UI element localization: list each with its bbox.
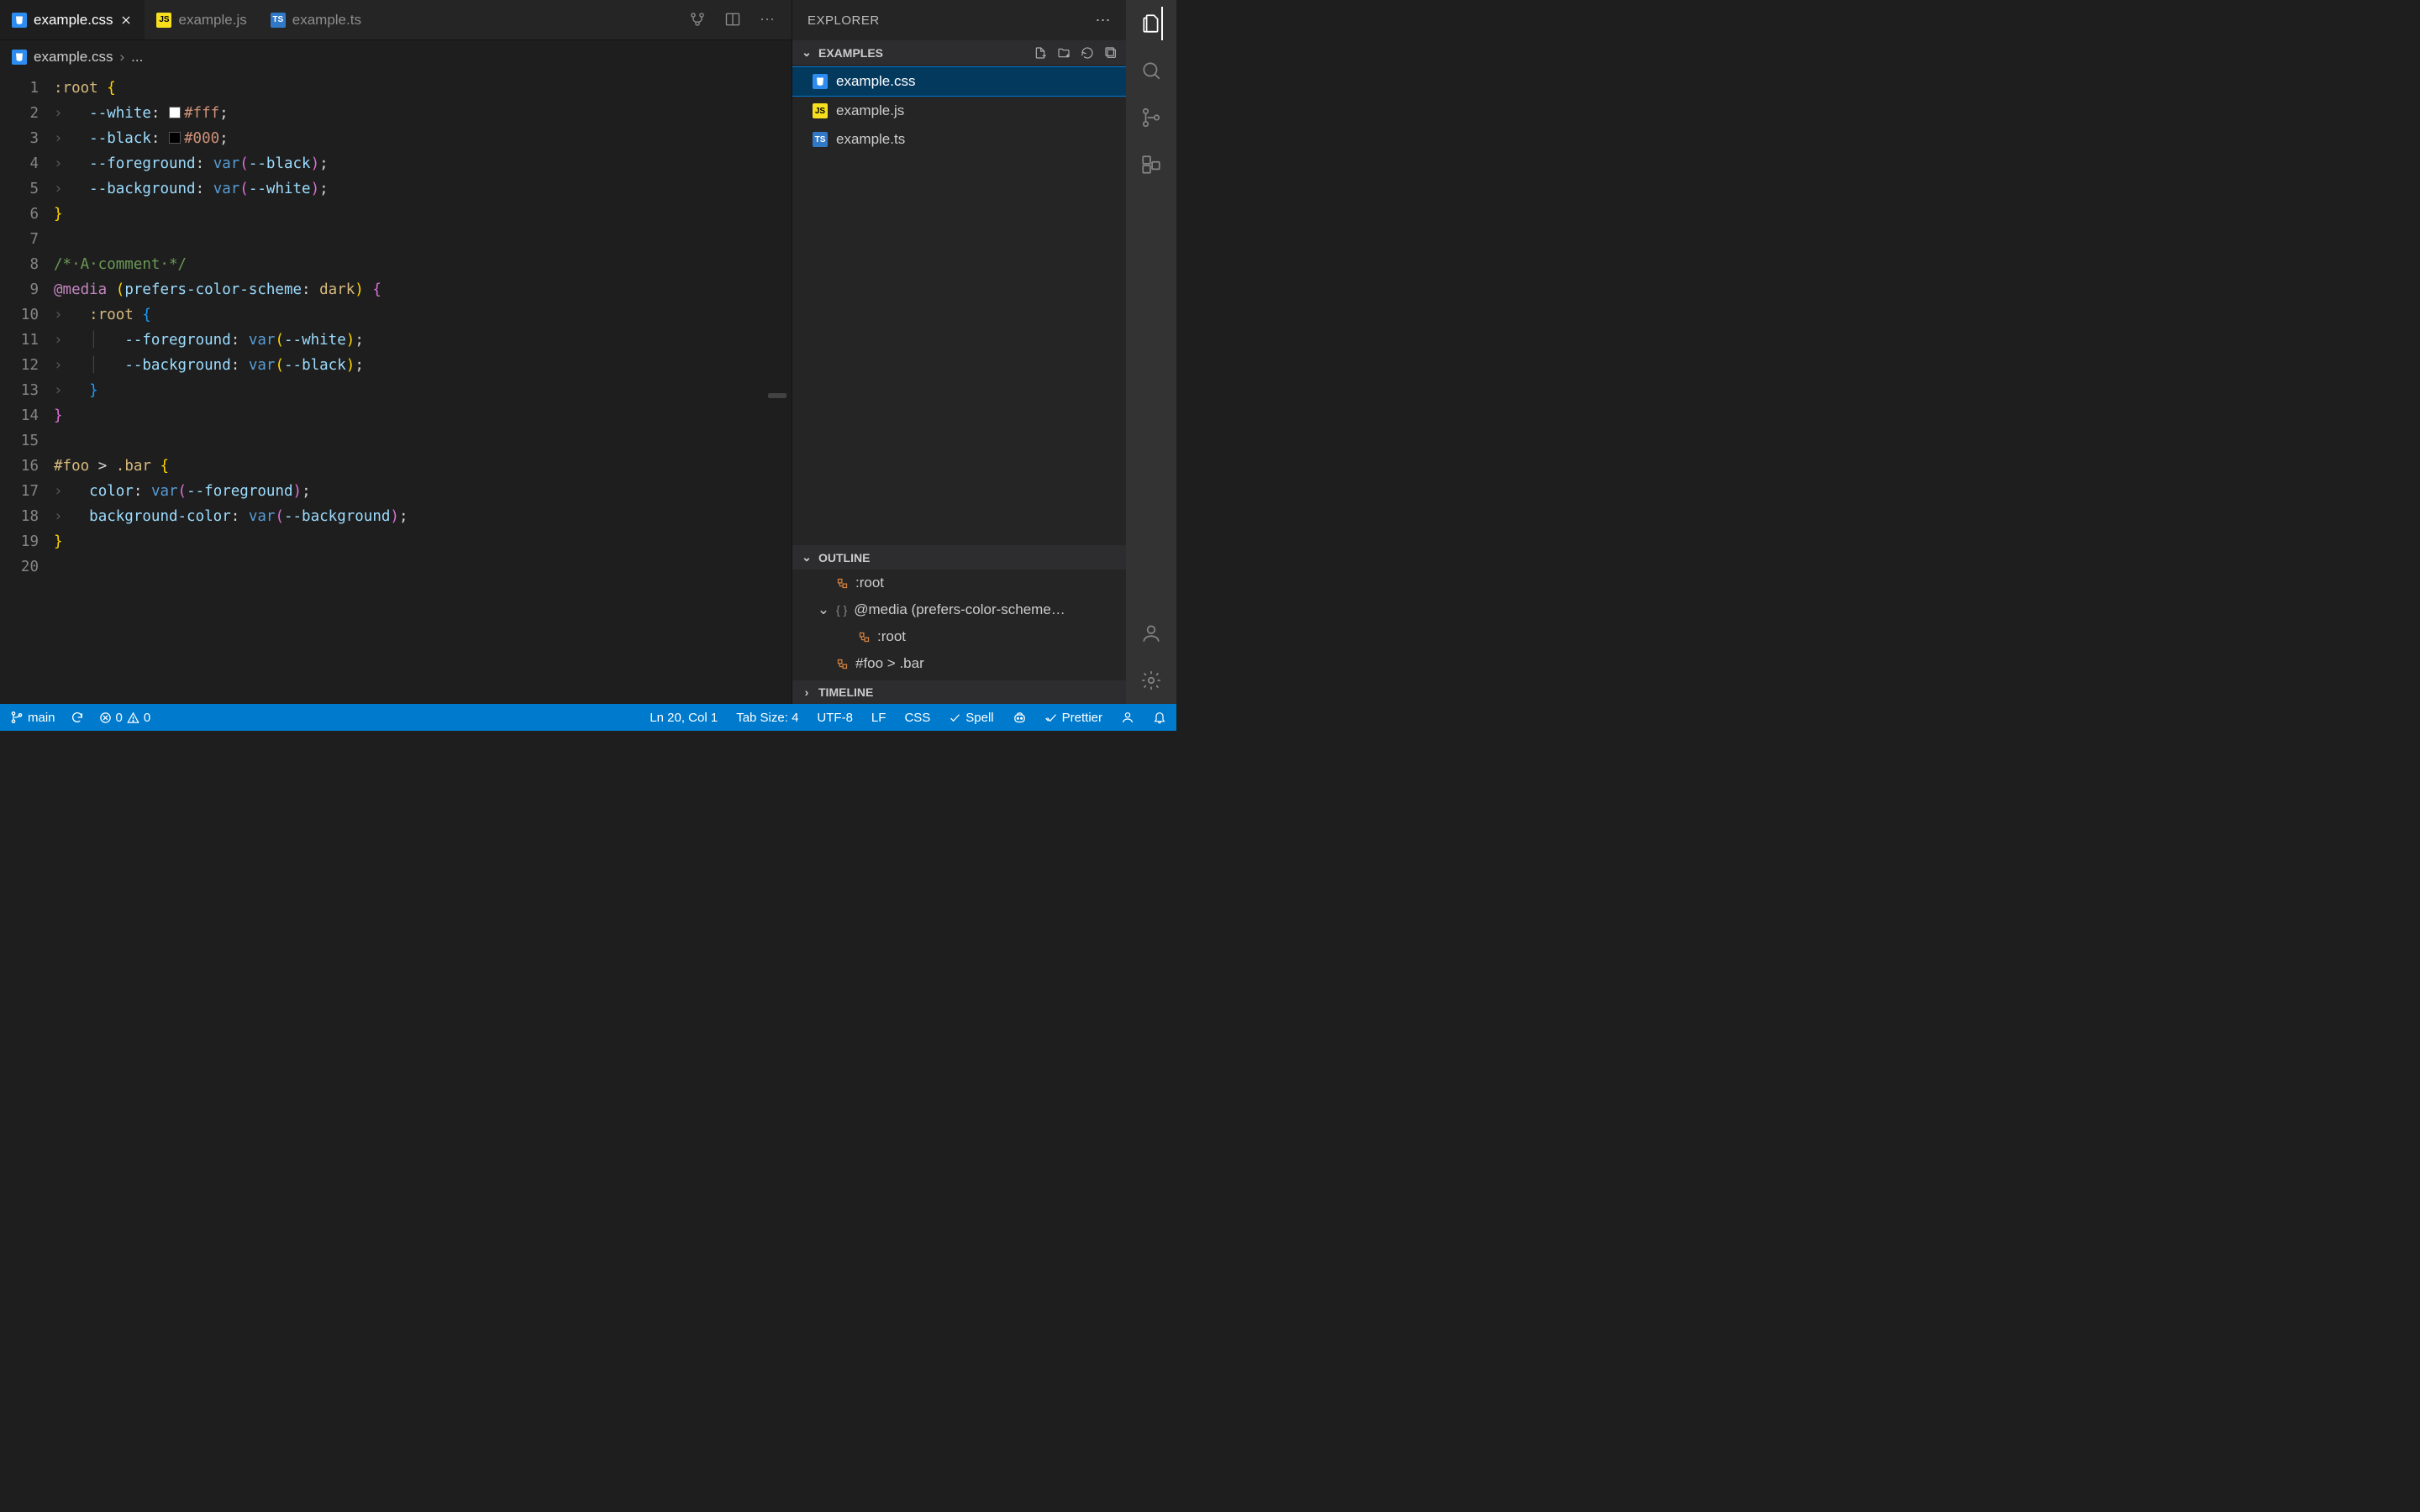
timeline-title: TIMELINE [818, 685, 873, 699]
encoding-status[interactable]: UTF-8 [817, 711, 853, 725]
js-icon: JS [156, 13, 171, 28]
editor-tab[interactable]: JS example.js [145, 0, 258, 39]
editor-area: example.css JS example.js TS example.ts ⋯ ex… [0, 0, 792, 704]
status-bar: main 0 0 Ln 20, Col 1 Tab Size: 4 UTF-8 … [0, 704, 1176, 731]
git-branch-status[interactable]: main [10, 711, 55, 725]
css-icon [813, 74, 828, 89]
outline-label: :root [877, 628, 906, 645]
minimap-scrubber[interactable] [768, 393, 786, 398]
explorer-file-item[interactable]: JS example.js [792, 97, 1126, 125]
warnings-count: 0 [144, 711, 150, 725]
code-content[interactable]: :root {› --white: #fff;› --black: #000;›… [54, 74, 792, 704]
source-control-activity-icon[interactable] [1139, 106, 1163, 129]
search-activity-icon[interactable] [1139, 59, 1163, 82]
outline-item[interactable]: :root [792, 570, 1126, 596]
problems-status[interactable]: 0 0 [99, 711, 151, 725]
section-title: EXAMPLES [818, 46, 883, 60]
css-icon [12, 50, 27, 65]
tab-bar: example.css JS example.js TS example.ts ⋯ [0, 0, 792, 40]
split-editor-icon[interactable] [724, 11, 741, 29]
more-icon[interactable]: ⋯ [1096, 12, 1112, 29]
editor-tab[interactable]: TS example.ts [259, 0, 373, 39]
breadcrumb-rest: ... [131, 49, 143, 66]
selector-icon [836, 658, 849, 670]
errors-count: 0 [116, 711, 123, 725]
new-folder-icon[interactable] [1057, 46, 1071, 60]
tab-size-status[interactable]: Tab Size: 4 [736, 711, 798, 725]
source-control-icon[interactable] [689, 11, 706, 29]
chevron-down-icon: ⌄ [801, 45, 813, 60]
notifications-icon[interactable] [1153, 711, 1166, 724]
breadcrumb[interactable]: example.css › ... [0, 40, 792, 74]
outline-label: #foo > .bar [855, 655, 924, 672]
selector-icon [858, 631, 871, 643]
account-icon[interactable] [1139, 622, 1163, 645]
language-status[interactable]: CSS [904, 711, 930, 725]
file-label: example.js [836, 102, 904, 119]
branch-label: main [28, 711, 55, 725]
refresh-icon[interactable] [1081, 46, 1094, 60]
close-icon[interactable] [119, 13, 133, 27]
chevron-right-icon: › [119, 49, 124, 66]
spell-label: Spell [965, 711, 993, 725]
explorer-activity-icon[interactable] [1139, 12, 1163, 35]
new-file-icon[interactable] [1034, 46, 1047, 60]
tab-label: example.js [178, 12, 246, 29]
tab-label: example.ts [292, 12, 361, 29]
file-label: example.css [836, 73, 915, 90]
breadcrumb-file: example.css [34, 49, 113, 66]
spell-status[interactable]: Spell [949, 711, 993, 725]
css-icon [12, 13, 27, 28]
selector-icon [836, 577, 849, 590]
tab-label: example.css [34, 12, 113, 29]
outline-item[interactable]: #foo > .bar [792, 650, 1126, 677]
ts-icon: TS [813, 132, 828, 147]
outline-item[interactable]: ⌄ { } @media (prefers-color-scheme… [792, 596, 1126, 623]
outline-item[interactable]: :root [792, 623, 1126, 650]
outline-label: @media (prefers-color-scheme… [854, 601, 1065, 618]
copilot-status[interactable] [1013, 711, 1027, 725]
chevron-icon: ⌄ [818, 601, 829, 618]
chevron-down-icon: ⌄ [801, 550, 813, 564]
settings-gear-icon[interactable] [1139, 669, 1163, 692]
sync-status[interactable] [71, 711, 84, 724]
feedback-icon[interactable] [1121, 711, 1134, 724]
outline-title: OUTLINE [818, 551, 870, 564]
explorer-file-item[interactable]: TS example.ts [792, 125, 1126, 154]
explorer-section-header[interactable]: ⌄ EXAMPLES [792, 40, 1126, 65]
collapse-all-icon[interactable] [1104, 46, 1118, 60]
explorer-sidebar: EXPLORER ⋯ ⌄ EXAMPLES example.css JS examp… [792, 0, 1126, 704]
js-icon: JS [813, 103, 828, 118]
editor-tab[interactable]: example.css [0, 0, 145, 39]
ts-icon: TS [271, 13, 286, 28]
code-editor[interactable]: 1234567891011121314151617181920 :root {›… [0, 74, 792, 704]
file-label: example.ts [836, 131, 905, 148]
prettier-status[interactable]: Prettier [1045, 711, 1102, 725]
more-icon[interactable]: ⋯ [760, 11, 775, 29]
extensions-activity-icon[interactable] [1139, 153, 1163, 176]
outline-label: :root [855, 575, 884, 591]
braces-icon: { } [836, 603, 847, 617]
chevron-right-icon: › [801, 685, 813, 699]
line-gutter: 1234567891011121314151617181920 [0, 74, 54, 704]
activity-bar [1126, 0, 1176, 704]
outline-section-header[interactable]: ⌄ OUTLINE [792, 545, 1126, 570]
explorer-title: EXPLORER [808, 13, 880, 28]
eol-status[interactable]: LF [871, 711, 886, 725]
cursor-position-status[interactable]: Ln 20, Col 1 [650, 711, 718, 725]
prettier-label: Prettier [1062, 711, 1102, 725]
explorer-file-item[interactable]: example.css [792, 66, 1126, 97]
timeline-section-header[interactable]: › TIMELINE [792, 680, 1126, 704]
